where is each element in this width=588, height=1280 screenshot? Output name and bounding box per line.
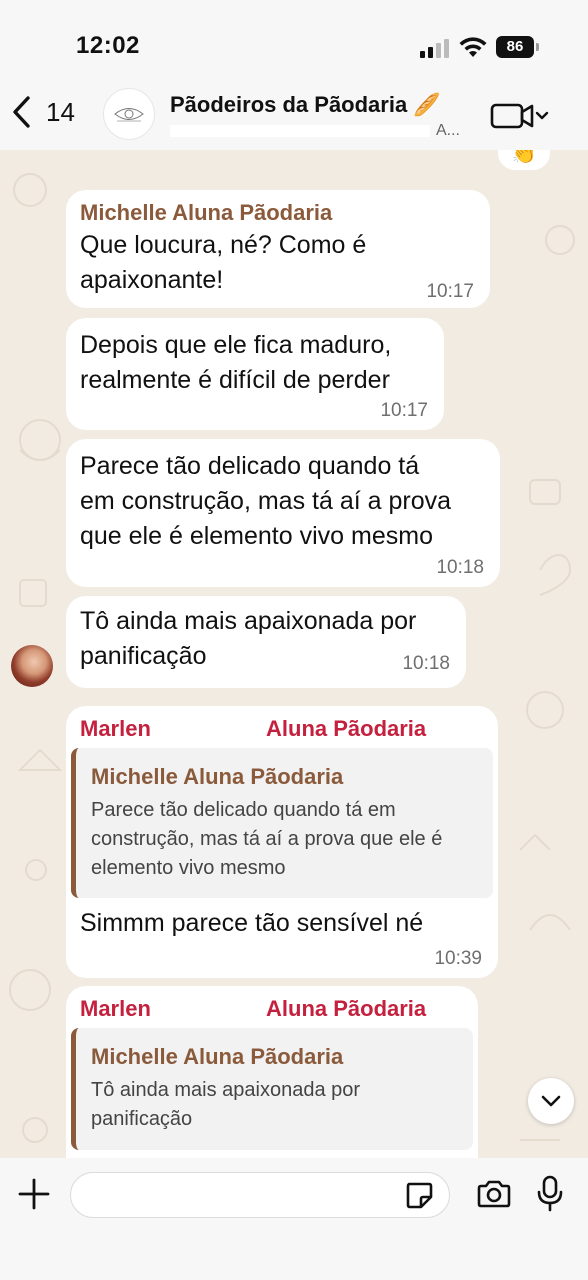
mic-button[interactable] — [536, 1175, 564, 1213]
mic-icon — [537, 1175, 563, 1212]
video-call-button[interactable] — [490, 100, 552, 132]
camera-icon — [477, 1180, 511, 1208]
wifi-icon — [459, 37, 487, 57]
message-time: 10:18 — [402, 653, 450, 674]
reaction-clap[interactable]: 👏 — [498, 150, 550, 170]
scroll-down-button[interactable] — [528, 1078, 574, 1124]
quoted-line: construção, mas tá aí a prova que ele é — [91, 828, 443, 850]
quoted-text: Parece tão delicado quando tá em constru… — [91, 796, 442, 883]
back-chevron-icon — [13, 96, 30, 128]
member-avatar[interactable] — [11, 645, 53, 687]
message-line: apaixonante! — [80, 266, 224, 294]
quoted-line: Tô ainda mais apaixonada por — [91, 1079, 361, 1101]
chat-area[interactable]: 👏 Michelle Aluna Pãodaria Que loucura, n… — [0, 150, 588, 1158]
message-text: Que loucura, né? Como é apaixonante! — [80, 228, 366, 298]
message-line: que ele é elemento vivo mesmo — [80, 522, 433, 550]
message-input[interactable] — [70, 1172, 450, 1218]
message-line: panificação — [80, 642, 207, 670]
message-line: Que loucura, né? Como é — [80, 231, 367, 259]
message-line: Depois que ele fica maduro, — [80, 331, 392, 359]
sticker-button[interactable] — [404, 1180, 434, 1210]
group-members-line[interactable]: A... — [170, 122, 460, 140]
group-avatar[interactable] — [103, 88, 155, 140]
message-sender-end[interactable]: Aluna Pãodaria — [266, 996, 426, 1022]
message-line: realmente é difícil de perder — [80, 366, 390, 394]
message-time: 10:17 — [380, 400, 428, 421]
message-sender-end[interactable]: Aluna Pãodaria — [266, 716, 426, 742]
battery-indicator: 86 — [496, 36, 539, 58]
quoted-line: Parece tão delicado quando tá em — [91, 799, 396, 821]
group-logo-icon — [114, 108, 144, 122]
chat-header: 14 Pãodeiros da Pãodaria 🥖 A... — [0, 80, 588, 150]
reply-message-bubble[interactable]: Marlen Aluna Pãodaria Michelle Aluna Pão… — [66, 986, 478, 1158]
message-time: 10:17 — [426, 281, 474, 302]
message-bubble[interactable]: Tô ainda mais apaixonada por panificação… — [66, 596, 466, 688]
message-bubble[interactable]: Parece tão delicado quando tá em constru… — [66, 439, 500, 587]
scroll-down-icon — [541, 1095, 561, 1107]
group-name[interactable]: Pãodeiros da Pãodaria 🥖 — [170, 92, 470, 118]
quoted-sender: Michelle Aluna Pãodaria — [91, 1044, 344, 1069]
composer-bar — [0, 1158, 588, 1280]
message-time: 10:18 — [436, 557, 484, 578]
quoted-message[interactable]: Michelle Aluna Pãodaria Tô ainda mais ap… — [71, 1028, 473, 1150]
status-bar: 12:02 86 — [0, 0, 588, 80]
message-bubble[interactable]: Depois que ele fica maduro, realmente é … — [66, 318, 444, 430]
camera-button[interactable] — [476, 1179, 512, 1209]
video-call-icon — [490, 103, 534, 129]
plus-icon — [18, 1178, 50, 1210]
status-time: 12:02 — [76, 32, 140, 59]
attach-plus-button[interactable] — [18, 1178, 50, 1210]
redacted-members — [170, 125, 430, 137]
message-line: Tô ainda mais apaixonada por — [80, 607, 417, 635]
message-text: Depois que ele fica maduro, realmente é … — [80, 328, 391, 398]
back-button[interactable]: 14 — [10, 92, 82, 132]
quoted-line: elemento vivo mesmo — [91, 857, 286, 879]
message-sender[interactable]: Michelle Aluna Pãodaria — [80, 200, 332, 226]
message-text: Tô ainda mais apaixonada por panificação — [80, 604, 416, 674]
sticker-icon — [406, 1182, 433, 1209]
message-sender-start[interactable]: Marlen — [80, 996, 151, 1022]
unread-count: 14 — [46, 96, 75, 127]
message-sender-start[interactable]: Marlen — [80, 716, 151, 742]
reply-message-bubble[interactable]: Marlen Aluna Pãodaria Michelle Aluna Pão… — [66, 706, 498, 978]
message-time: 10:39 — [434, 948, 482, 969]
quoted-sender: Michelle Aluna Pãodaria — [91, 764, 344, 789]
message-bubble[interactable]: Michelle Aluna Pãodaria Que loucura, né?… — [66, 190, 490, 308]
quoted-text: Tô ainda mais apaixonada por panificação — [91, 1076, 360, 1134]
message-text: Parece tão delicado quando tá em constru… — [80, 449, 451, 554]
quoted-line: panificação — [91, 1108, 193, 1130]
message-line: Parece tão delicado quando tá — [80, 452, 420, 480]
message-text: Simmm parece tão sensível né — [80, 909, 424, 937]
members-truncated: A... — [435, 122, 460, 139]
chevron-down-icon — [535, 111, 549, 120]
cellular-signal-icon — [420, 38, 452, 58]
quoted-message[interactable]: Michelle Aluna Pãodaria Parece tão delic… — [71, 748, 493, 898]
message-line: em construção, mas tá aí a prova — [80, 487, 452, 515]
